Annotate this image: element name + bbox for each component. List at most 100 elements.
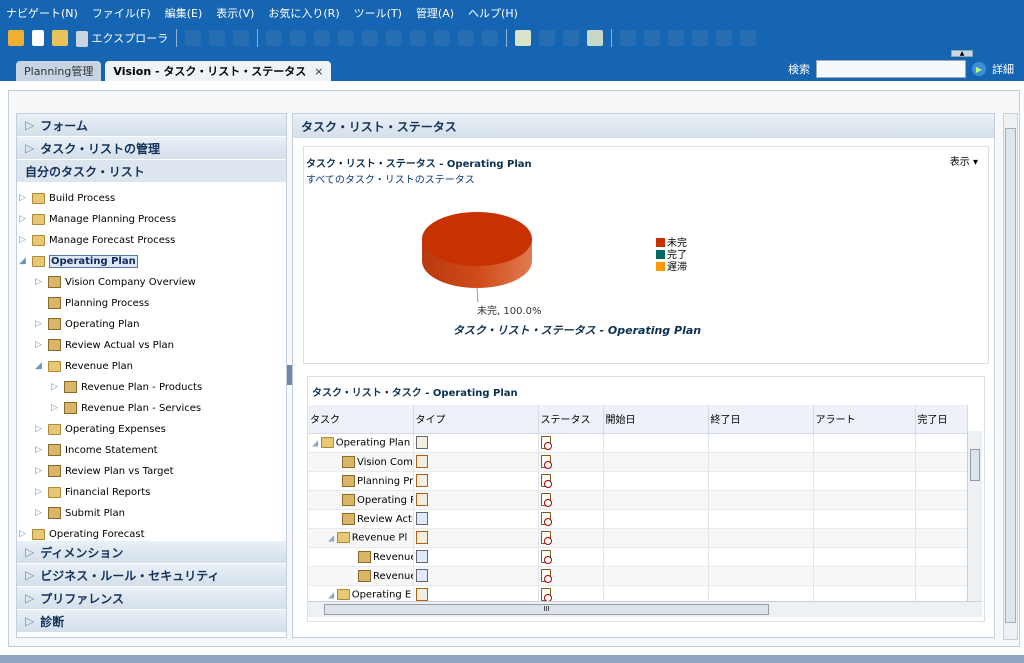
tree-item[interactable]: ▷ Review Actual vs Plan (35, 336, 174, 354)
column-header[interactable]: タスク (308, 405, 414, 434)
expand-arrow-icon[interactable]: ▷ (35, 445, 45, 455)
tree-item[interactable]: ▷ Revenue Plan - Products (51, 378, 202, 396)
tree-item[interactable]: ▷ Review Plan vs Target (35, 462, 174, 480)
open-folder-icon[interactable] (52, 30, 68, 46)
column-header[interactable]: 終了日 (708, 405, 814, 434)
scroll-thumb[interactable]: III (324, 604, 769, 615)
section-manage-task-lists[interactable]: ▷ タスク・リストの管理 (17, 137, 286, 160)
expanded-arrow-icon[interactable]: ◢ (328, 533, 337, 542)
add-column-icon[interactable] (314, 30, 331, 46)
remove-icon[interactable] (716, 30, 733, 46)
save-icon[interactable] (185, 30, 202, 46)
sort-desc-icon[interactable] (668, 30, 685, 46)
column-header[interactable]: ステータス (538, 405, 604, 434)
column-header[interactable]: 完了日 (915, 405, 968, 434)
search-input[interactable] (816, 60, 966, 78)
table-row[interactable]: ◢ Operating Plan (308, 433, 968, 453)
tree-item[interactable]: ▷ Vision Company Overview (35, 273, 196, 291)
menu-edit[interactable]: 編集(E) (165, 5, 203, 21)
menu-favorites[interactable]: お気に入り(R) (268, 5, 339, 21)
section-business-rule-security[interactable]: ▷ ビジネス・ルール・セキュリティ (17, 564, 286, 587)
expand-arrow-icon[interactable]: ▷ (19, 214, 29, 224)
edit-icon[interactable] (266, 30, 283, 46)
tree-item[interactable]: ▷ Manage Planning Process (19, 210, 176, 228)
expand-arrow-icon[interactable]: ▷ (35, 466, 45, 476)
tab-task-list-status[interactable]: Vision - タスク・リスト・ステータス × (105, 61, 332, 81)
expand-arrow-icon[interactable]: ▷ (51, 382, 61, 392)
section-forms[interactable]: ▷ フォーム (17, 114, 286, 137)
tree-item[interactable]: ◢ Operating Plan (19, 252, 138, 270)
explorer-button[interactable]: エクスプローラ (76, 30, 168, 47)
sort-icon[interactable] (644, 30, 661, 46)
table-row[interactable]: Vision Comp (308, 452, 968, 472)
expanded-arrow-icon[interactable]: ◢ (19, 256, 29, 266)
expand-arrow-icon[interactable]: ▷ (35, 277, 45, 287)
expand-arrow-icon[interactable]: ▷ (35, 340, 45, 350)
tree-item[interactable]: ▷ Financial Reports (35, 483, 150, 501)
add-row-icon[interactable] (290, 30, 307, 46)
validate-icon[interactable] (587, 30, 604, 46)
tree-item[interactable]: ◢ Revenue Plan (35, 357, 133, 375)
tree-item[interactable]: ▷ Manage Forecast Process (19, 231, 175, 249)
copy-icon[interactable] (434, 30, 451, 46)
menu-navigate[interactable]: ナビゲート(N) (6, 5, 78, 21)
table-icon[interactable] (482, 30, 499, 46)
filter-icon[interactable] (620, 30, 637, 46)
list-icon[interactable] (386, 30, 403, 46)
view-menu[interactable]: 表示 ▾ (950, 153, 978, 168)
tree-item[interactable]: ▷ Submit Plan (35, 504, 125, 522)
expand-arrow-icon[interactable]: ▷ (19, 235, 29, 245)
tab-planning-admin[interactable]: Planning管理 (16, 61, 102, 81)
tree-item[interactable]: Planning Process (35, 294, 149, 312)
scroll-thumb[interactable] (970, 449, 980, 481)
scroll-thumb[interactable] (1005, 128, 1016, 623)
column-header[interactable]: アラート (813, 405, 916, 434)
zoom-out-icon[interactable] (692, 30, 709, 46)
section-preferences[interactable]: ▷ プリファレンス (17, 587, 286, 610)
page-vertical-scrollbar[interactable] (1003, 113, 1018, 640)
cube-icon[interactable] (539, 30, 556, 46)
horizontal-scrollbar[interactable]: III (308, 601, 982, 617)
tree-item[interactable]: ▷ Operating Plan (35, 315, 139, 333)
menu-file[interactable]: ファイル(F) (92, 5, 151, 21)
expanded-arrow-icon[interactable]: ◢ (35, 361, 45, 371)
table-row[interactable]: Operating P (308, 490, 968, 510)
section-my-task-lists[interactable]: 自分のタスク・リスト (17, 160, 286, 183)
calculator-icon[interactable] (338, 30, 355, 46)
expanded-arrow-icon[interactable]: ◢ (328, 590, 337, 599)
table-row[interactable]: Planning Pro (308, 471, 968, 491)
column-header[interactable]: 開始日 (603, 405, 709, 434)
expand-arrow-icon[interactable]: ▷ (19, 529, 29, 539)
home-icon[interactable] (8, 30, 24, 46)
menu-admin[interactable]: 管理(A) (416, 5, 454, 21)
expand-arrow-icon[interactable]: ▷ (51, 403, 61, 413)
new-document-icon[interactable] (32, 30, 44, 46)
go-icon[interactable]: ▶ (972, 62, 986, 76)
table-row[interactable]: Revenue (308, 566, 968, 586)
column-header[interactable]: タイプ (413, 405, 539, 434)
tree-item[interactable]: ▷ Build Process (19, 189, 115, 207)
table-row[interactable]: Revenue (308, 547, 968, 567)
expand-arrow-icon[interactable]: ▷ (35, 487, 45, 497)
lock-icon[interactable] (362, 30, 379, 46)
refresh-icon[interactable] (209, 30, 226, 46)
menu-tools[interactable]: ツール(T) (354, 5, 402, 21)
rule-icon[interactable] (515, 30, 532, 46)
menu-help[interactable]: ヘルプ(H) (468, 5, 518, 21)
tree-item[interactable]: ▷ Operating Expenses (35, 420, 166, 438)
expand-arrow-icon[interactable]: ▷ (35, 508, 45, 518)
collapse-header-button[interactable]: ▲ (951, 50, 973, 57)
tree-item[interactable]: ▷ Operating Forecast (19, 525, 145, 541)
menu-view[interactable]: 表示(V) (216, 5, 254, 21)
expand-arrow-icon[interactable]: ▷ (35, 424, 45, 434)
table-row[interactable]: Review Actu (308, 509, 968, 529)
tree-item[interactable]: ▷ Revenue Plan - Services (51, 399, 201, 417)
tree-item[interactable]: ▷ Income Statement (35, 441, 158, 459)
link-icon[interactable] (458, 30, 475, 46)
expanded-arrow-icon[interactable]: ◢ (312, 438, 321, 447)
expand-arrow-icon[interactable]: ▷ (19, 193, 29, 203)
table-row[interactable]: ◢ Revenue Pl (308, 528, 968, 548)
expand-arrow-icon[interactable]: ▷ (35, 319, 45, 329)
section-dimensions[interactable]: ▷ ディメンション (17, 541, 286, 564)
add-icon[interactable] (740, 30, 757, 46)
